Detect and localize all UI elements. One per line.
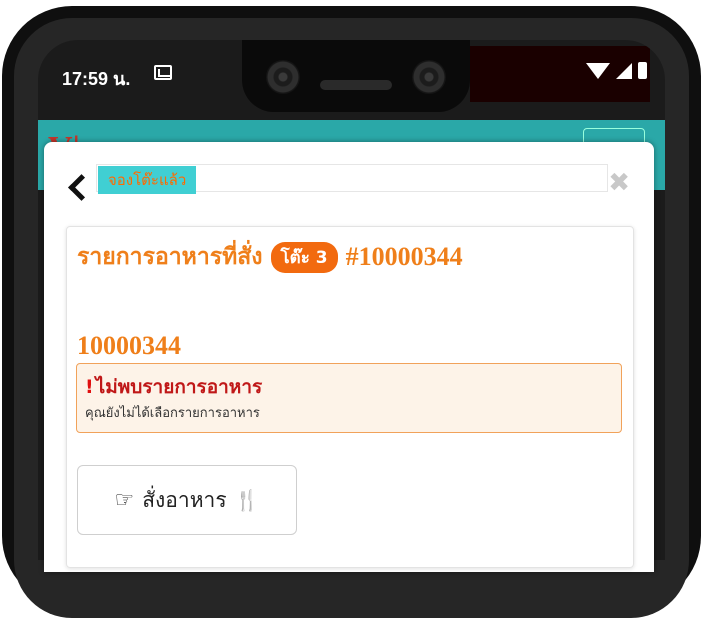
wifi-icon — [586, 62, 610, 79]
battery-icon — [638, 62, 647, 79]
order-modal: จองโต๊ะแล้ว ✖ รายการอาหารที่สั่ง โต๊ะ 3 … — [44, 142, 654, 572]
camera-notch — [242, 40, 470, 112]
alert-title: ! ไม่พบรายการอาหาร — [85, 372, 262, 402]
status-icons — [586, 62, 647, 79]
table-badge: โต๊ะ 3 — [270, 241, 338, 273]
empty-order-alert: ! ไม่พบรายการอาหาร คุณยังไม่ได้เลือกรายกา… — [76, 363, 622, 433]
status-time: 17:59 น. — [62, 69, 131, 89]
order-number-header: #10000344 — [345, 242, 463, 271]
tab-reserved[interactable]: จองโต๊ะแล้ว — [98, 166, 197, 194]
utensils-icon: 🍴 — [234, 488, 260, 512]
order-list-title: รายการอาหารที่สั่ง โต๊ะ 3 #10000344 — [77, 239, 463, 275]
order-number: 10000344 — [77, 331, 181, 360]
page-title: รายการอาหารที่สั่ง — [77, 244, 263, 270]
speaker-grille — [320, 80, 392, 90]
order-button-label: สั่งอาหาร — [142, 487, 227, 512]
mail-icon — [154, 65, 172, 80]
hand-point-icon: ☞ — [114, 487, 135, 513]
alert-subtitle: คุณยังไม่ได้เลือกรายการอาหาร — [85, 406, 260, 421]
camera-icon — [412, 60, 446, 94]
camera-icon — [266, 60, 300, 94]
signal-icon — [616, 62, 632, 79]
chevron-left-icon[interactable] — [64, 170, 90, 204]
exclamation-icon: ! — [85, 376, 94, 398]
close-icon[interactable]: ✖ — [608, 170, 630, 196]
order-panel: รายการอาหารที่สั่ง โต๊ะ 3 #10000344 1000… — [66, 226, 634, 568]
alert-title-text: ไม่พบรายการอาหาร — [95, 376, 263, 398]
order-food-button[interactable]: ☞ สั่งอาหาร 🍴 — [77, 465, 297, 535]
